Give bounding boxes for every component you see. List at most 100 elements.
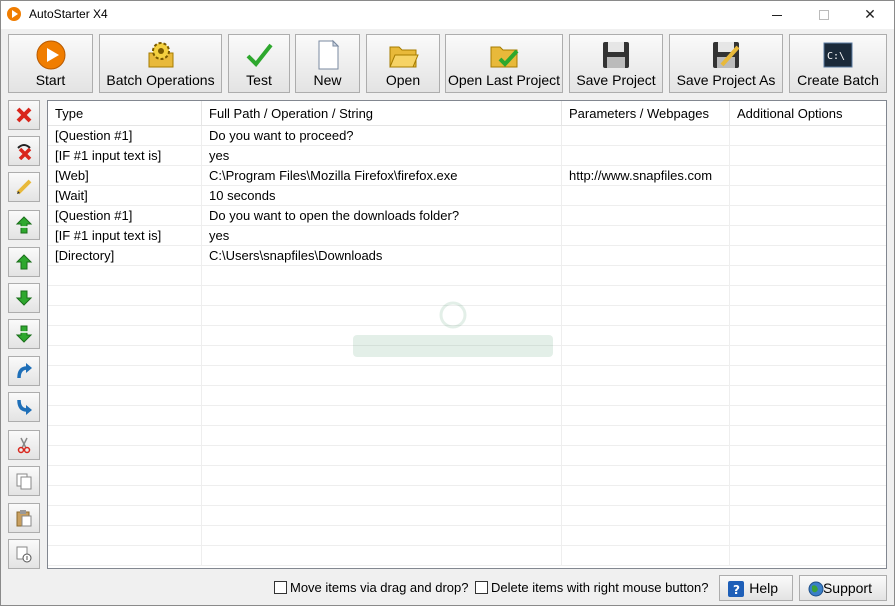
table-cell [730, 226, 886, 246]
table-cell [562, 346, 730, 366]
table-cell: 10 seconds [202, 186, 562, 206]
table-row[interactable]: [IF #1 input text is] yes [48, 226, 886, 246]
drag-drop-checkbox[interactable]: Move items via drag and drop? [274, 580, 468, 595]
table-cell: yes [202, 226, 562, 246]
table-cell [562, 126, 730, 146]
list-header: Type Full Path / Operation / String Para… [48, 101, 886, 126]
paste-button[interactable] [8, 503, 40, 533]
move-up-button[interactable] [8, 247, 40, 277]
table-row[interactable]: [Question #1] Do you want to proceed? [48, 126, 886, 146]
table-cell [202, 266, 562, 286]
table-row[interactable] [48, 346, 886, 366]
table-row[interactable]: [Web] C:\Program Files\Mozilla Firefox\fi… [48, 166, 886, 186]
duplicate-button[interactable] [8, 539, 40, 569]
delete-item-button[interactable] [8, 100, 40, 130]
command-prompt-icon: C:\ [823, 42, 853, 68]
table-cell [202, 366, 562, 386]
table-cell [202, 526, 562, 546]
table-cell [730, 266, 886, 286]
table-cell [202, 346, 562, 366]
copy-icon [16, 473, 32, 490]
column-header-parameters[interactable]: Parameters / Webpages [562, 101, 730, 126]
table-cell [562, 466, 730, 486]
table-row[interactable]: [Wait] 10 seconds [48, 186, 886, 206]
right-click-delete-checkbox-box[interactable] [475, 581, 488, 594]
column-header-path[interactable]: Full Path / Operation / String [202, 101, 562, 126]
folder-open-icon [389, 46, 419, 68]
support-button[interactable]: Support [799, 575, 887, 601]
table-cell [562, 226, 730, 246]
close-button[interactable]: ✕ [847, 1, 893, 29]
table-row[interactable]: [Question #1] Do you want to open the dow… [48, 206, 886, 226]
table-row[interactable] [48, 546, 886, 566]
table-row[interactable] [48, 466, 886, 486]
table-cell [202, 446, 562, 466]
table-row[interactable] [48, 506, 886, 526]
table-row[interactable] [48, 326, 886, 346]
table-cell [202, 286, 562, 306]
table-row[interactable]: [IF #1 input text is] yes [48, 146, 886, 166]
column-header-options[interactable]: Additional Options [730, 101, 886, 126]
save-project-button[interactable]: Save Project [569, 34, 663, 93]
table-cell [202, 386, 562, 406]
start-button[interactable]: Start [8, 34, 93, 93]
table-cell [48, 466, 202, 486]
move-down-button[interactable] [8, 283, 40, 313]
table-row[interactable] [48, 286, 886, 306]
table-cell [562, 206, 730, 226]
cut-button[interactable] [8, 430, 40, 460]
column-header-type[interactable]: Type [48, 101, 202, 126]
drag-drop-label: Move items via drag and drop? [290, 580, 469, 595]
table-row[interactable] [48, 366, 886, 386]
table-cell [202, 406, 562, 426]
right-click-delete-checkbox[interactable]: Delete items with right mouse button? [475, 580, 709, 595]
curved-up-arrow-icon [17, 363, 32, 379]
new-button[interactable]: New [295, 34, 360, 93]
save-project-as-button[interactable]: Save Project As [669, 34, 783, 93]
move-bottom-button[interactable] [8, 319, 40, 349]
move-top-button[interactable] [8, 210, 40, 240]
table-row[interactable] [48, 386, 886, 406]
table-cell [730, 166, 886, 186]
table-row[interactable] [48, 486, 886, 506]
table-row[interactable] [48, 406, 886, 426]
table-cell [202, 426, 562, 446]
table-cell [730, 486, 886, 506]
minimize-button[interactable] [754, 1, 800, 29]
help-button[interactable]: ? Help [719, 575, 793, 601]
table-cell [730, 246, 886, 266]
delete-all-button[interactable] [8, 136, 40, 166]
batch-operations-button[interactable]: Batch Operations [99, 34, 222, 93]
table-cell [730, 506, 886, 526]
table-cell [202, 546, 562, 566]
test-button[interactable]: Test [228, 34, 290, 93]
app-window: AutoStarter X4 ✕ Start Batch Operations … [0, 0, 895, 606]
table-cell: [IF #1 input text is] [48, 226, 202, 246]
table-cell: Do you want to proceed? [202, 126, 562, 146]
table-row[interactable] [48, 306, 886, 326]
table-cell: [IF #1 input text is] [48, 146, 202, 166]
table-cell [730, 466, 886, 486]
table-row[interactable] [48, 526, 886, 546]
table-cell [562, 506, 730, 526]
rotate-up-button[interactable] [8, 356, 40, 386]
maximize-button[interactable] [801, 1, 847, 29]
table-cell [730, 366, 886, 386]
table-cell [48, 346, 202, 366]
table-cell [202, 486, 562, 506]
edit-item-button[interactable] [8, 172, 40, 202]
table-row[interactable] [48, 446, 886, 466]
scissors-icon [17, 437, 31, 454]
open-last-project-button[interactable]: Open Last Project [445, 34, 563, 93]
table-cell [562, 366, 730, 386]
rotate-down-button[interactable] [8, 392, 40, 422]
table-row[interactable]: [Directory] C:\Users\snapfiles\Downloads [48, 246, 886, 266]
copy-button[interactable] [8, 466, 40, 496]
table-row[interactable] [48, 426, 886, 446]
table-cell [730, 406, 886, 426]
table-row[interactable] [48, 266, 886, 286]
operations-list[interactable]: Type Full Path / Operation / String Para… [47, 100, 887, 569]
drag-drop-checkbox-box[interactable] [274, 581, 287, 594]
open-button[interactable]: Open [366, 34, 440, 93]
create-batch-button[interactable]: C:\ Create Batch [789, 34, 887, 93]
